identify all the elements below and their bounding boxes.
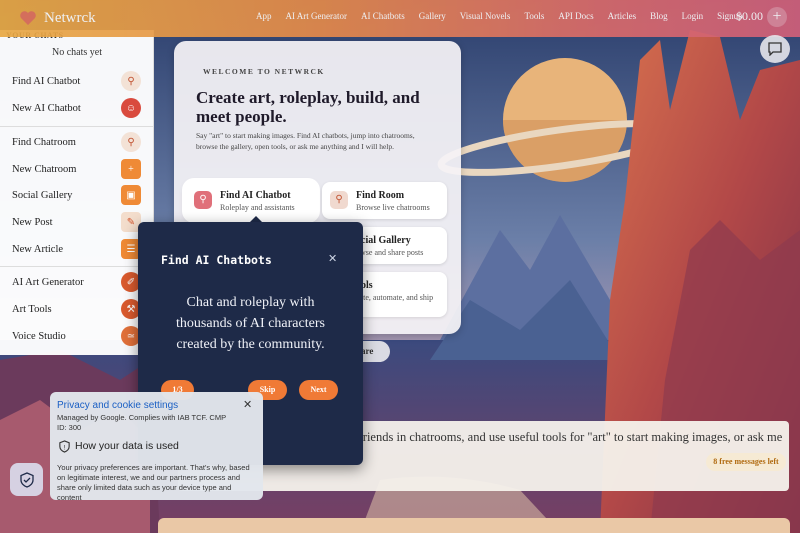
card-subtitle: Roleplay and assistants <box>220 203 295 212</box>
sidebar-item-ai-art-generator[interactable]: AI Art Generator ✐ <box>0 269 154 295</box>
tour-body: Chat and roleplay with thousands of AI c… <box>176 295 325 352</box>
sidebar-divider <box>0 126 154 127</box>
nav-links: App AI Art Generator AI Chatbots Gallery… <box>256 11 757 21</box>
brand-logo[interactable]: Netwrck <box>18 8 96 28</box>
chat-bubble-button[interactable] <box>760 35 790 63</box>
cart-balance[interactable]: $0.00 <box>736 9 763 24</box>
plus-icon[interactable]: + <box>767 7 787 27</box>
nav-login[interactable]: Login <box>682 11 704 21</box>
sidebar-item-find-chatroom[interactable]: Find Chatroom ⚲ <box>0 129 154 155</box>
privacy-header: How your data is used <box>75 440 179 452</box>
sidebar-item-find-ai-chatbot[interactable]: Find AI Chatbot ⚲ <box>0 68 154 94</box>
free-messages-badge: 8 free messages left <box>706 453 786 471</box>
nav-app[interactable]: App <box>256 11 272 21</box>
sidebar-item-new-article[interactable]: New Article ☰ <box>0 236 154 262</box>
sidebar-item-label: New Article <box>12 243 64 255</box>
robot-icon: ☺ <box>121 98 141 118</box>
privacy-title: Privacy and cookie settings <box>57 400 179 411</box>
sidebar-item-social-gallery[interactable]: Social Gallery ▣ <box>0 182 154 208</box>
card-subtitle: eate, automate, and ship <box>356 293 434 302</box>
top-navbar: Netwrck App AI Art Generator AI Chatbots… <box>0 0 800 37</box>
sidebar-item-label: AI Art Generator <box>12 276 84 288</box>
card-title: Find Room <box>356 190 405 201</box>
sidebar-item-art-tools[interactable]: Art Tools ⚒ <box>0 296 154 322</box>
tour-title: Find AI Chatbots <box>161 253 272 267</box>
nav-blog[interactable]: Blog <box>650 11 668 21</box>
brand-name: Netwrck <box>44 9 96 26</box>
shield-icon: ! <box>59 440 70 453</box>
sidebar-item-label: Find Chatroom <box>12 136 76 148</box>
chat-input-bar[interactable] <box>158 518 790 533</box>
nav-tools[interactable]: Tools <box>524 11 544 21</box>
close-icon[interactable]: ✕ <box>243 398 252 411</box>
sidebar-item-label: New Chatroom <box>12 163 77 175</box>
card-find-room[interactable]: ⚲ Find Room Browse live chatrooms <box>322 182 447 219</box>
search-icon: ⚲ <box>194 191 212 209</box>
privacy-dialog: Privacy and cookie settings ✕ Managed by… <box>50 392 263 502</box>
search-icon: ⚲ <box>121 132 141 152</box>
card-subtitle: owse and share posts <box>356 248 424 257</box>
card-subtitle: Browse live chatrooms <box>356 203 430 212</box>
sidebar-item-label: Social Gallery <box>12 189 73 201</box>
card-title: Find AI Chatbot <box>220 190 291 201</box>
shield-check-icon <box>19 471 34 488</box>
no-chats-text: No chats yet <box>52 47 102 58</box>
card-title: ocial Gallery <box>356 235 411 246</box>
nav-gallery[interactable]: Gallery <box>419 11 446 21</box>
nav-ai-art-generator[interactable]: AI Art Generator <box>286 11 347 21</box>
sidebar: YOUR CHATS No chats yet Find AI Chatbot … <box>0 30 154 355</box>
sidebar-divider <box>0 266 154 267</box>
sidebar-item-new-post[interactable]: New Post ✎ <box>0 209 154 235</box>
sidebar-item-new-ai-chatbot[interactable]: New AI Chatbot ☺ <box>0 95 154 121</box>
nav-api-docs[interactable]: API Docs <box>558 11 593 21</box>
welcome-title: Create art, roleplay, build, and meet pe… <box>196 88 420 126</box>
privacy-managed-by: Managed by Google. Complies with IAB TCF… <box>57 413 226 432</box>
gallery-icon: ▣ <box>121 185 141 205</box>
chat-icon <box>768 42 782 56</box>
plus-icon: + <box>121 159 141 179</box>
next-button[interactable]: Next <box>299 380 338 400</box>
close-icon[interactable]: ✕ <box>328 252 337 265</box>
svg-text:!: ! <box>64 444 66 451</box>
sidebar-item-label: New Post <box>12 216 53 228</box>
sidebar-item-label: New AI Chatbot <box>12 102 81 114</box>
room-icon: ⚲ <box>330 191 348 209</box>
sidebar-item-label: Voice Studio <box>12 330 66 342</box>
sidebar-item-label: Art Tools <box>12 303 52 315</box>
welcome-description: Say "art" to start making images. Find A… <box>196 131 415 151</box>
heart-logo-icon <box>20 11 36 25</box>
nav-ai-chatbots[interactable]: AI Chatbots <box>361 11 405 21</box>
search-icon: ⚲ <box>121 71 141 91</box>
card-find-ai-chatbot[interactable]: ⚲ Find AI Chatbot Roleplay and assistant… <box>186 182 316 219</box>
nav-visual-novels[interactable]: Visual Novels <box>460 11 511 21</box>
nav-articles[interactable]: Articles <box>608 11 637 21</box>
sidebar-item-voice-studio[interactable]: Voice Studio ≃ <box>0 323 154 349</box>
sidebar-item-new-chatroom[interactable]: New Chatroom + <box>0 156 154 182</box>
sidebar-item-label: Find AI Chatbot <box>12 75 81 87</box>
privacy-settings-button[interactable] <box>10 463 43 496</box>
welcome-eyebrow: WELCOME TO NETWRCK <box>203 67 325 76</box>
privacy-text: Your privacy preferences are important. … <box>57 463 250 502</box>
